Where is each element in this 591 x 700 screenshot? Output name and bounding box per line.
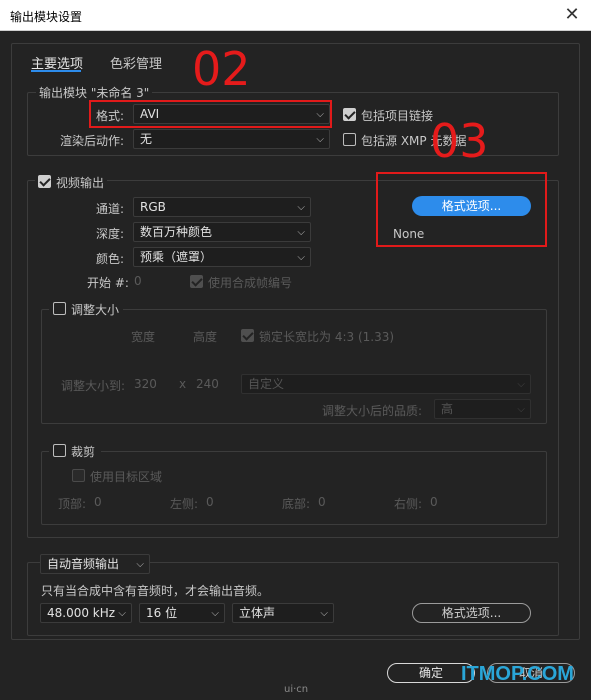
start-frame-label: 开始 #: [87, 276, 129, 290]
crop-left-label: 左侧: [170, 497, 199, 511]
width-column-label: 宽度 [131, 330, 156, 344]
window-title: 输出模块设置 [10, 10, 83, 24]
resize-to-label: 调整大小到: [61, 379, 126, 393]
use-comp-frame-checkbox[interactable] [190, 275, 203, 288]
include-project-link-label: 包括项目链接 [361, 109, 434, 123]
active-tab-indicator [31, 70, 81, 72]
depth-label: 深度: [96, 227, 125, 241]
bit-depth-select[interactable]: 16 位 ⌵ [139, 603, 225, 623]
channels-select[interactable]: RGB ⌵ [133, 197, 311, 217]
watermark-right: ITMOP.COM [461, 663, 574, 685]
audio-channels-select[interactable]: 立体声 ⌵ [232, 603, 334, 623]
resize-width-value[interactable]: 320 [134, 377, 157, 391]
chevron-down-icon: ⌵ [297, 227, 305, 238]
post-render-select[interactable]: 无 ⌵ [133, 129, 330, 149]
use-comp-frame-label: 使用合成帧编号 [208, 276, 293, 290]
chevron-down-icon: ⌵ [118, 608, 126, 619]
channels-label: 通道: [96, 202, 125, 216]
depth-select[interactable]: 数百万种颜色 ⌵ [133, 222, 311, 242]
crop-top-value[interactable]: 0 [94, 495, 102, 509]
crop-bottom-label: 底部: [282, 497, 311, 511]
step-03-annotation: 03 [430, 114, 489, 168]
chevron-down-icon: ⌵ [211, 608, 219, 619]
color-select[interactable]: 预乘（遮罩） ⌵ [133, 247, 311, 267]
crop-bottom-value[interactable]: 0 [318, 495, 326, 509]
close-icon[interactable]: ✕ [561, 4, 583, 26]
tab-color-management[interactable]: 色彩管理 [110, 53, 162, 72]
resize-preset-select[interactable]: 自定义 ⌵ [241, 374, 531, 394]
resize-quality-select[interactable]: 高 ⌵ [434, 399, 531, 419]
chevron-down-icon: ⌵ [517, 404, 525, 415]
chevron-down-icon: ⌵ [316, 134, 324, 145]
crop-checkbox[interactable] [53, 444, 66, 457]
height-column-label: 高度 [193, 330, 218, 344]
audio-format-options-button[interactable]: 格式选项... [412, 603, 531, 623]
resize-x-separator: x [179, 377, 187, 391]
audio-note: 只有当合成中含有音频时，才会输出音频。 [41, 584, 270, 598]
chevron-down-icon: ⌵ [297, 252, 305, 263]
chevron-down-icon: ⌵ [517, 379, 525, 390]
output-module-group-label: 输出模块 "未命名 3" [36, 84, 153, 101]
crop-left-value[interactable]: 0 [206, 495, 214, 509]
post-render-label: 渲染后动作: [60, 134, 125, 148]
crop-right-value[interactable]: 0 [430, 495, 438, 509]
resize-height-value[interactable]: 240 [196, 377, 219, 391]
color-label: 颜色: [96, 252, 125, 266]
resize-label: 调整大小 [71, 303, 120, 317]
use-roi-checkbox[interactable] [72, 469, 85, 482]
crop-top-label: 顶部: [58, 497, 87, 511]
crop-label: 裁剪 [71, 445, 96, 459]
use-roi-label: 使用目标区域 [90, 470, 163, 484]
chevron-down-icon: ⌵ [320, 608, 328, 619]
audio-mode-select[interactable]: 自动音频输出 ⌵ [40, 554, 150, 574]
title-bar: 输出模块设置 ✕ [0, 0, 591, 31]
lock-aspect-label: 锁定长宽比为 4:3 (1.33) [259, 330, 395, 344]
start-frame-value[interactable]: 0 [134, 274, 142, 288]
resize-quality-label: 调整大小后的品质: [322, 404, 423, 418]
format-highlight-box [89, 100, 332, 128]
chevron-down-icon: ⌵ [297, 202, 305, 213]
step-02-annotation: 02 [192, 42, 251, 96]
format-options-highlight-box [376, 172, 547, 247]
crop-group [41, 451, 547, 525]
lock-aspect-checkbox[interactable] [241, 329, 254, 342]
watermark-left: ui·cn [284, 684, 309, 695]
resize-checkbox[interactable] [53, 302, 66, 315]
video-output-checkbox[interactable] [38, 175, 51, 188]
sample-rate-select[interactable]: 48.000 kHz ⌵ [40, 603, 132, 623]
video-output-label: 视频输出 [56, 176, 105, 190]
crop-right-label: 右侧: [394, 497, 423, 511]
chevron-down-icon: ⌵ [136, 559, 144, 570]
include-project-link-checkbox[interactable] [343, 108, 356, 121]
include-xmp-checkbox[interactable] [343, 133, 356, 146]
